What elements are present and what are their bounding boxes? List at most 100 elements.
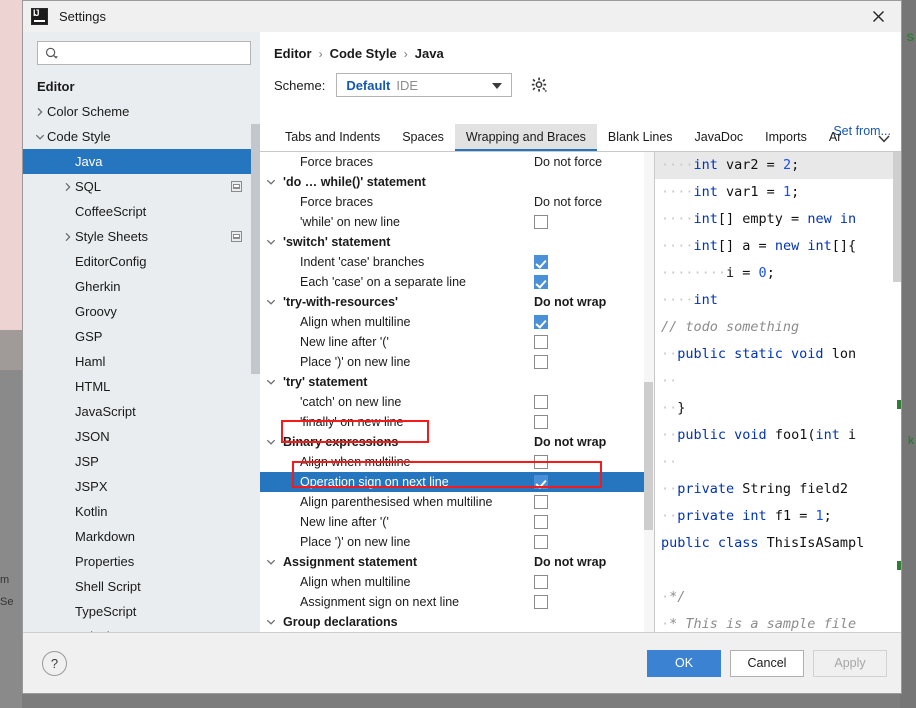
- sidebar-item-java[interactable]: Java: [23, 149, 260, 174]
- sidebar-item-coffeescript[interactable]: CoffeeScript: [23, 199, 260, 224]
- option-checkbox[interactable]: [534, 455, 548, 469]
- tabs-overflow-chevron-down-icon[interactable]: [877, 133, 891, 147]
- option-row[interactable]: Align when multiline: [260, 572, 654, 592]
- tab-javadoc[interactable]: JavaDoc: [684, 124, 755, 151]
- option-row[interactable]: Operation sign on next line: [260, 472, 654, 492]
- tab-wrapping-and-braces[interactable]: Wrapping and Braces: [454, 124, 597, 151]
- option-row[interactable]: Align when multiline: [260, 312, 654, 332]
- option-group-row[interactable]: 'try' statement: [260, 372, 654, 392]
- ok-button[interactable]: OK: [647, 649, 721, 677]
- option-row[interactable]: New line after '(': [260, 332, 654, 352]
- sidebar-item-color-scheme[interactable]: Color Scheme: [23, 99, 260, 124]
- option-row[interactable]: 'catch' on new line: [260, 392, 654, 412]
- chevron-right-icon[interactable]: [61, 232, 75, 242]
- tab-imports[interactable]: Imports: [754, 124, 818, 151]
- option-group-row[interactable]: Binary expressions Do not wrap: [260, 432, 654, 452]
- option-checkbox[interactable]: [534, 255, 548, 269]
- option-checkbox[interactable]: [534, 315, 548, 329]
- tab-spaces[interactable]: Spaces: [391, 124, 455, 151]
- sidebar-scrollbar[interactable]: [251, 32, 260, 632]
- option-value[interactable]: Do not wrap: [534, 295, 606, 309]
- chevron-down-icon[interactable]: [266, 176, 277, 187]
- option-checkbox[interactable]: [534, 575, 548, 589]
- option-row[interactable]: 'finally' on new line: [260, 412, 654, 432]
- option-checkbox[interactable]: [534, 215, 548, 229]
- option-value[interactable]: Do not force: [534, 155, 602, 169]
- chevron-down-icon[interactable]: [266, 616, 277, 627]
- breadcrumb-item-editor[interactable]: Editor: [274, 46, 312, 61]
- option-row[interactable]: Indent 'case' branches: [260, 252, 654, 272]
- sidebar-item-properties[interactable]: Properties: [23, 549, 260, 574]
- chevron-right-icon[interactable]: [61, 182, 75, 192]
- breadcrumb-item-code-style[interactable]: Code Style: [330, 46, 397, 61]
- option-value[interactable]: Do not force: [534, 195, 602, 209]
- option-group-row[interactable]: 'do … while()' statement: [260, 172, 654, 192]
- sidebar-scrollbar-thumb[interactable]: [251, 124, 260, 374]
- option-checkbox[interactable]: [534, 335, 548, 349]
- sidebar-item-markdown[interactable]: Markdown: [23, 524, 260, 549]
- wrapping-options-list[interactable]: Force braces Do not force 'do … while()' s…: [260, 152, 654, 632]
- sidebar-item-html[interactable]: HTML: [23, 374, 260, 399]
- sidebar-item-jsp[interactable]: JSP: [23, 449, 260, 474]
- sidebar-item-editorconfig[interactable]: EditorConfig: [23, 249, 260, 274]
- sidebar-item-json[interactable]: JSON: [23, 424, 260, 449]
- chevron-down-icon[interactable]: [33, 132, 47, 142]
- option-checkbox[interactable]: [534, 395, 548, 409]
- apply-button[interactable]: Apply: [813, 649, 887, 677]
- option-group-row[interactable]: 'try-with-resources' Do not wrap: [260, 292, 654, 312]
- chevron-down-icon[interactable]: [266, 556, 277, 567]
- chevron-down-icon[interactable]: [266, 436, 277, 447]
- option-checkbox[interactable]: [534, 515, 548, 529]
- option-row[interactable]: 'while' on new line: [260, 212, 654, 232]
- option-checkbox[interactable]: [534, 275, 548, 289]
- tab-blank-lines[interactable]: Blank Lines: [597, 124, 684, 151]
- option-row[interactable]: Force braces Do not force: [260, 152, 654, 172]
- option-row[interactable]: Align parenthesised when multiline: [260, 492, 654, 512]
- settings-tree[interactable]: Editor Color Scheme Code Style Java SQL Coffe…: [23, 72, 260, 632]
- sidebar-item-gsp[interactable]: GSP: [23, 324, 260, 349]
- option-row[interactable]: Place ')' on new line: [260, 352, 654, 372]
- chevron-down-icon[interactable]: [266, 236, 277, 247]
- sidebar-item-typescript[interactable]: TypeScript: [23, 599, 260, 624]
- sidebar-item-shell-script[interactable]: Shell Script: [23, 574, 260, 599]
- option-checkbox[interactable]: [534, 415, 548, 429]
- breadcrumb-item-java[interactable]: Java: [415, 46, 444, 61]
- option-value[interactable]: Do not wrap: [534, 555, 606, 569]
- option-value[interactable]: Do not wrap: [534, 435, 606, 449]
- option-row[interactable]: Place ')' on new line: [260, 532, 654, 552]
- options-scrollbar[interactable]: [644, 152, 654, 632]
- option-row[interactable]: Assignment sign on next line: [260, 592, 654, 612]
- sidebar-item-gherkin[interactable]: Gherkin: [23, 274, 260, 299]
- option-group-row[interactable]: Group declarations: [260, 612, 654, 632]
- chevron-right-icon[interactable]: [33, 107, 47, 117]
- option-checkbox[interactable]: [534, 595, 548, 609]
- option-checkbox[interactable]: [534, 475, 548, 489]
- scheme-dropdown[interactable]: Default IDE: [336, 73, 513, 97]
- sidebar-item-haml[interactable]: Haml: [23, 349, 260, 374]
- sidebar-item-editor[interactable]: Editor: [23, 74, 260, 99]
- options-scrollbar-thumb[interactable]: [644, 382, 653, 530]
- sidebar-item-sql[interactable]: SQL: [23, 174, 260, 199]
- preview-scrollbar-thumb[interactable]: [893, 152, 901, 282]
- option-group-row[interactable]: 'switch' statement: [260, 232, 654, 252]
- option-group-row[interactable]: Assignment statement Do not wrap: [260, 552, 654, 572]
- sidebar-item-javascript[interactable]: JavaScript: [23, 399, 260, 424]
- close-icon[interactable]: [855, 1, 901, 32]
- tab-tabs-and-indents[interactable]: Tabs and Indents: [274, 124, 391, 151]
- option-row[interactable]: Force braces Do not force: [260, 192, 654, 212]
- option-checkbox[interactable]: [534, 495, 548, 509]
- sidebar-item-kotlin[interactable]: Kotlin: [23, 499, 260, 524]
- option-checkbox[interactable]: [534, 355, 548, 369]
- option-row[interactable]: New line after '(': [260, 512, 654, 532]
- help-button[interactable]: ?: [42, 650, 67, 676]
- sidebar-item-groovy[interactable]: Groovy: [23, 299, 260, 324]
- sidebar-item-velocity[interactable]: Velocity: [23, 624, 260, 632]
- sidebar-item-code-style[interactable]: Code Style: [23, 124, 260, 149]
- sidebar-item-style-sheets[interactable]: Style Sheets: [23, 224, 260, 249]
- tab-ar[interactable]: Ar: [818, 124, 842, 151]
- chevron-down-icon[interactable]: [266, 296, 277, 307]
- chevron-down-icon[interactable]: [266, 376, 277, 387]
- sidebar-item-jspx[interactable]: JSPX: [23, 474, 260, 499]
- option-row[interactable]: Align when multiline: [260, 452, 654, 472]
- search-input[interactable]: [37, 41, 251, 65]
